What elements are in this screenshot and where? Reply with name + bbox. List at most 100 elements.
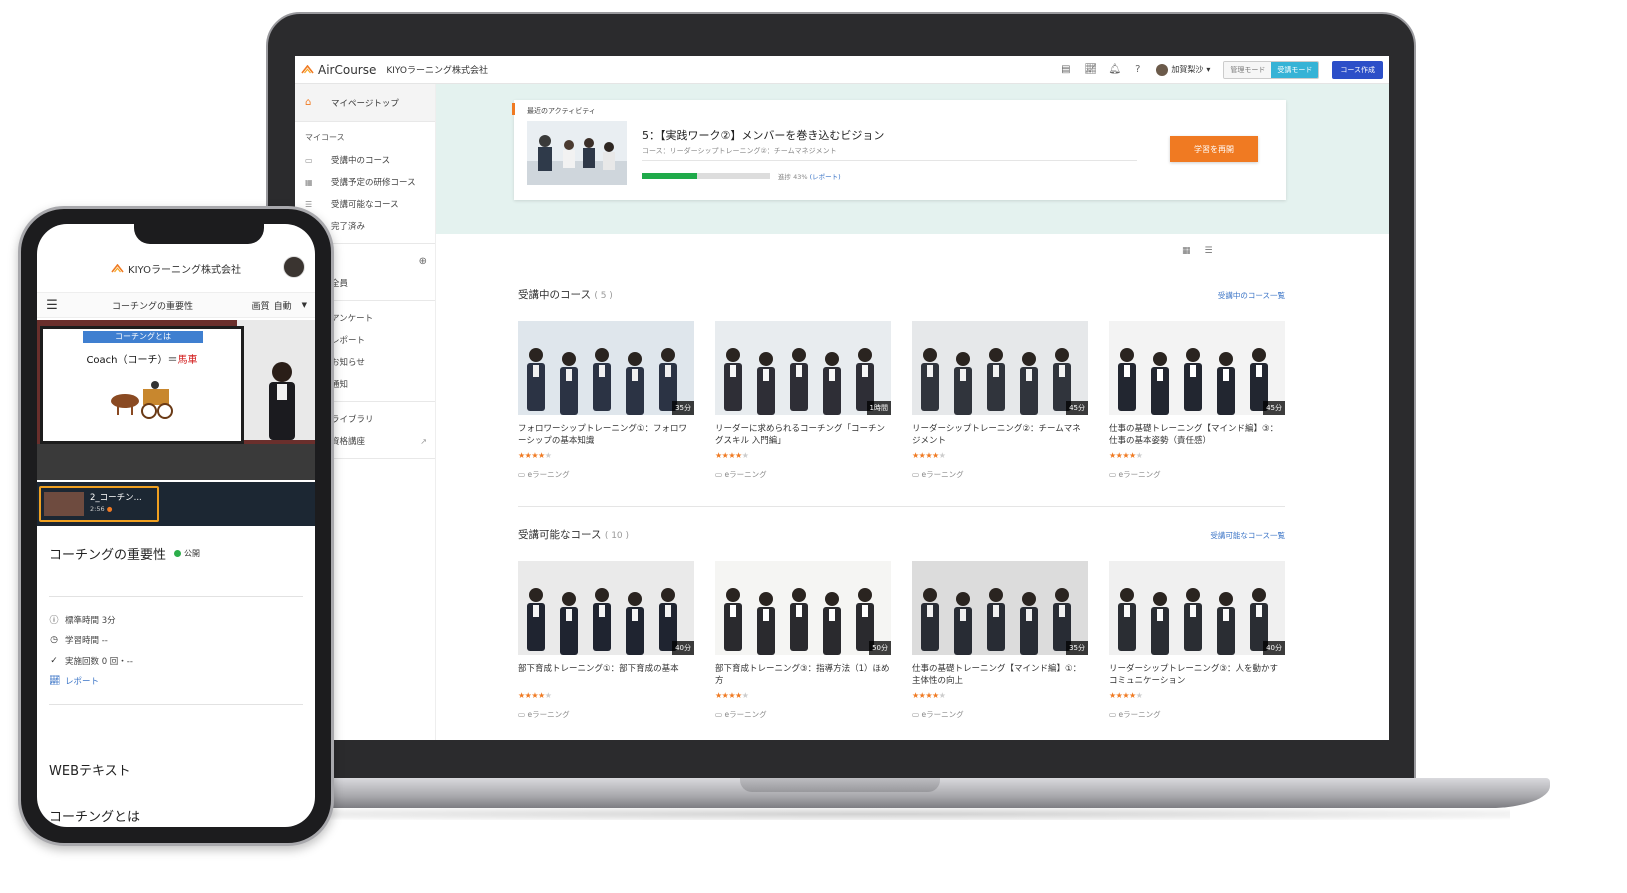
sidebar-item-mypage-top[interactable]: ⌂ マイページトップ: [295, 84, 435, 122]
course-thumbnail[interactable]: 40分: [518, 561, 694, 655]
hamburger-menu-icon[interactable]: ☰: [37, 298, 67, 313]
progress-fill: [642, 173, 698, 179]
course-thumbnail[interactable]: 35分: [912, 561, 1088, 655]
divider: [642, 160, 1137, 161]
course-card[interactable]: 35分 フォロワーシップトレーニング①：フォロワーシップの基本知識 ★★★★★ …: [518, 321, 694, 480]
quality-select[interactable]: 画質 自動 ▼: [252, 299, 307, 312]
slide-text-b: 馬車: [177, 355, 198, 366]
course-card[interactable]: 1時間 リーダーに求められるコーチング「コーチングスキル 入門編」 ★★★★★ …: [715, 321, 891, 480]
sidebar-item-available[interactable]: ☰ 受講可能なコース: [295, 193, 435, 215]
course-title[interactable]: 部下育成トレーニング①：部下育成の基本: [518, 663, 694, 689]
avatar[interactable]: [283, 256, 305, 278]
plus-icon[interactable]: ⊕: [419, 256, 427, 267]
progress-text: 進捗 43% (レポート): [778, 171, 841, 181]
sidebar-item-label: お知らせ: [331, 358, 365, 368]
course-card[interactable]: 35分 仕事の基礎トレーニング【マインド編】①：主体性の向上 ★★★★★ ▭ e…: [912, 561, 1088, 720]
section-available-title: 受講可能なコース ( 10 ): [518, 527, 629, 542]
playlist-time: 2:56: [90, 505, 105, 513]
slide-text: Coach（コーチ）＝馬車: [43, 351, 241, 366]
bell-icon[interactable]: 🔔︎: [1108, 64, 1121, 75]
video-player[interactable]: コーチングとは Coach（コーチ）＝馬車: [37, 320, 315, 480]
course-title[interactable]: 仕事の基礎トレーニング【マインド編】①：主体性の向上: [912, 663, 1088, 689]
course-title[interactable]: 部下育成トレーニング③：指導方法（1）ほめ方: [715, 663, 891, 689]
course-thumbnail[interactable]: 40分: [1109, 561, 1285, 655]
course-type: ▭ eラーニング: [912, 469, 1088, 480]
chart-icon[interactable]: 📈︎: [1084, 64, 1097, 75]
playlist-title: 2_コーチン...: [90, 493, 142, 503]
help-icon[interactable]: ?: [1132, 64, 1143, 75]
quality-label: 画質: [251, 301, 270, 312]
standard-time: ⓘ 標準時間 3分: [49, 613, 115, 627]
mode-switch: 管理モード 受講モード: [1223, 60, 1320, 79]
course-card[interactable]: 40分 リーダーシップトレーニング③：人を動かすコミュニケーション ★★★★★ …: [1109, 561, 1285, 720]
duration-badge: 45分: [1066, 401, 1088, 415]
calendar-icon: ▦: [305, 177, 313, 187]
resume-learning-button[interactable]: 学習を再開: [1170, 136, 1258, 162]
sidebar-item-label: ライブラリ: [331, 415, 374, 425]
course-type-text: eラーニング: [921, 470, 964, 479]
course-title[interactable]: 仕事の基礎トレーニング【マインド編】③：仕事の基本姿勢（責任感）: [1109, 423, 1285, 449]
course-type-text: eラーニング: [724, 710, 767, 719]
sidebar-item-label: レポート: [331, 336, 366, 346]
info-icon: ⓘ: [49, 616, 59, 626]
playlist-bar: 2_コーチン... 2:56 ●: [37, 482, 315, 526]
duration-badge: 35分: [672, 401, 694, 415]
grid-view-icon[interactable]: ▦: [1182, 246, 1191, 256]
user-menu[interactable]: 加賀梨沙 ▾: [1156, 63, 1210, 76]
course-thumbnail[interactable]: 35分: [518, 321, 694, 415]
monitor-icon: ▭: [912, 710, 920, 719]
aircourse-logo-icon: [111, 263, 124, 272]
course-type-text: eラーニング: [1118, 470, 1161, 479]
star-rating: ★★★★★: [518, 451, 552, 460]
course-thumbnail[interactable]: 45分: [1109, 321, 1285, 415]
sidebar-item-scheduled[interactable]: ▦ 受講予定の研修コース: [295, 171, 435, 193]
monitor-icon: ▭: [912, 470, 920, 479]
course-thumbnail[interactable]: 45分: [912, 321, 1088, 415]
report-link[interactable]: 📈︎ レポート: [49, 675, 99, 687]
course-type-text: eラーニング: [724, 470, 767, 479]
lesson-name: コーチングの重要性: [112, 301, 194, 312]
home-icon: ⌂: [305, 97, 312, 108]
course-title[interactable]: リーダーシップトレーニング②：チームマネジメント: [912, 423, 1088, 449]
course-card[interactable]: 50分 部下育成トレーニング③：指導方法（1）ほめ方 ★★★★★ ▭ eラーニン…: [715, 561, 891, 720]
course-type-text: eラーニング: [527, 470, 570, 479]
star-rating: ★★★★★: [715, 451, 749, 460]
external-link-icon: ↗: [420, 436, 427, 446]
sidebar-item-label: 受講可能なコース: [331, 200, 399, 210]
monitor-icon: ▭: [518, 470, 526, 479]
check-icon: ✓: [50, 656, 58, 666]
brand-name: AirCourse: [318, 62, 377, 77]
learner-mode-button[interactable]: 受講モード: [1271, 61, 1319, 78]
activity-thumbnail[interactable]: [527, 121, 627, 185]
activity-label: 最近のアクティビティ: [527, 107, 596, 115]
brand-logo[interactable]: AirCourse: [301, 63, 376, 77]
activity-course: コース：リーダーシップトレーニング②：チームマネジメント: [642, 147, 837, 155]
course-card[interactable]: 45分 リーダーシップトレーニング②：チームマネジメント ★★★★★ ▭ eラー…: [912, 321, 1088, 480]
progress-percent: 進捗 43%: [778, 173, 808, 181]
star-rating: ★★★★★: [912, 451, 946, 460]
course-type-text: eラーニング: [1118, 710, 1161, 719]
mobile-header: KIYOラーニング株式会社: [37, 248, 315, 288]
create-course-button[interactable]: コース作成: [1332, 60, 1383, 79]
course-card[interactable]: 40分 部下育成トレーニング①：部下育成の基本 ★★★★★ ▭ eラーニング: [518, 561, 694, 720]
sidebar-item-label: 受講予定の研修コース: [331, 178, 416, 188]
report-link-text: レポート: [65, 677, 100, 687]
sidebar-item-in-progress[interactable]: ▭ 受講中のコース: [295, 149, 435, 171]
study-time: ◷ 学習時間 --: [49, 634, 108, 646]
in-progress-list-link[interactable]: 受講中のコース一覧: [1218, 290, 1285, 301]
progress-bar: [642, 173, 770, 179]
course-title[interactable]: フォロワーシップトレーニング①：フォロワーシップの基本知識: [518, 423, 694, 449]
section-count: ( 5 ): [594, 291, 613, 301]
list-view-icon[interactable]: ☰: [1205, 246, 1213, 256]
admin-mode-button[interactable]: 管理モード: [1224, 61, 1272, 78]
course-thumbnail[interactable]: 1時間: [715, 321, 891, 415]
document-icon[interactable]: ▤: [1060, 64, 1071, 75]
course-thumbnail[interactable]: 50分: [715, 561, 891, 655]
report-link[interactable]: (レポート): [810, 173, 841, 181]
available-list-link[interactable]: 受講可能なコース一覧: [1210, 530, 1285, 541]
playlist-item-current[interactable]: 2_コーチン... 2:56 ●: [39, 486, 159, 522]
course-title[interactable]: リーダーシップトレーニング③：人を動かすコミュニケーション: [1109, 663, 1285, 689]
course-title[interactable]: リーダーに求められるコーチング「コーチングスキル 入門編」: [715, 423, 891, 449]
course-card[interactable]: 45分 仕事の基礎トレーニング【マインド編】③：仕事の基本姿勢（責任感） ★★★…: [1109, 321, 1285, 480]
activity-title[interactable]: 5：【実践ワーク②】メンバーを巻き込むビジョン: [642, 127, 884, 143]
